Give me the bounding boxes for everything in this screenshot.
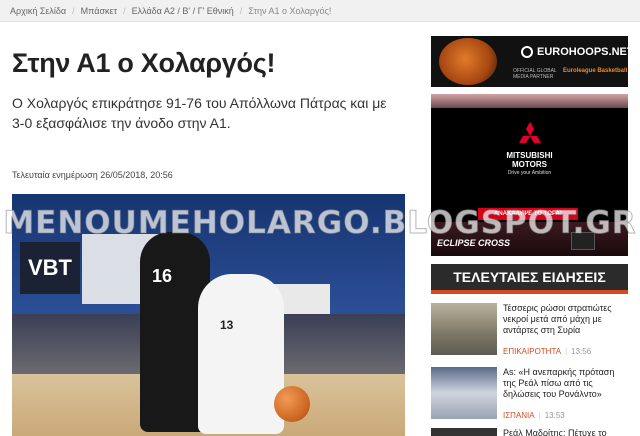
breadcrumb-separator: / [72,5,75,16]
breadcrumb-home-link[interactable]: Αρχική Σελίδα [10,6,66,16]
eurohoops-brand: EUROHOOPS.NET [521,46,628,58]
news-item[interactable]: Τέσσερις ρώσοι στρατιώτες νεκροί μετά απ… [431,303,628,363]
article-subtitle: Ο Χολαργός επικράτησε 91-76 του Απόλλωνα… [12,95,387,131]
news-headline[interactable]: Ρεάλ Μαδρίτης: Πέτυχε το [503,428,625,436]
mitsubishi-logo-icon [519,122,541,143]
player-number: 13 [220,318,234,332]
news-meta-separator: | [565,347,568,356]
eurohoops-logo-icon [521,46,533,58]
dealer-logo-icon [571,232,595,250]
player-number: 16 [152,266,173,286]
latest-news-header: ΤΕΛΕΥΤΑΙΕΣ ΕΙΔΗΣΕΙΣ [431,264,628,294]
article-title: Στην Α1 ο Χολαργός! [12,48,276,78]
news-meta-separator: | [538,411,541,420]
mitsubishi-cta-button[interactable]: ΑΝΑΚΑΛΥΨΕ ΤΟ ΤΩΡΑ! [478,208,578,220]
mitsubishi-brand-line2: MOTORS [512,160,547,169]
breadcrumb-league-link[interactable]: Ελλάδα Α2 / Β' / Γ' Εθνική [132,6,234,16]
breadcrumb-current: Στην Α1 ο Χολαργός! [248,5,332,16]
news-meta: ΕΠΙΚΑΙΡΟΤΗΤΑ | 13:56 [503,347,591,356]
news-thumbnail[interactable] [431,428,497,436]
news-headline[interactable]: As: «Η ανεπαρκής πρόταση της Ρεάλ πίσω α… [503,367,625,400]
news-headline[interactable]: Τέσσερις ρώσοι στρατιώτες νεκροί μετά απ… [503,303,625,336]
ad-sky-strip [431,94,628,108]
mitsubishi-tagline: Drive your Ambition [507,170,552,176]
euroleague-text: Euroleague Basketball [563,68,628,74]
news-category[interactable]: ΕΠΙΚΑΙΡΟΤΗΤΑ [503,347,561,356]
eurohoops-ad[interactable]: EUROHOOPS.NET OFFICIAL GLOBAL MEDIA PART… [431,36,628,87]
breadcrumb-basketball-link[interactable]: Μπάσκετ [81,6,117,16]
updated-label: Τελευταία ενημέρωση [12,170,98,180]
article-main: Στην Α1 ο Χολαργός! Ο Χολαργός επικράτησ… [12,22,407,198]
eurohoops-partner-text: OFFICIAL GLOBAL MEDIA PARTNER [513,68,557,80]
news-item[interactable]: As: «Η ανεπαρκής πρόταση της Ρεάλ πίσω α… [431,367,628,427]
news-category[interactable]: ΙΣΠΑΝΙΑ [503,411,535,420]
breadcrumb-separator: / [239,5,243,16]
mitsubishi-brand-line1: MITSUBISHI [506,151,553,160]
photo-player-white: 13 [198,274,284,434]
photo-sponsor-banner: VBT [20,242,80,294]
basketball-icon [439,38,497,85]
eurohoops-brand-text: EUROHOOPS.NET [537,46,628,58]
news-meta: ΙΣΠΑΝΙΑ | 13:53 [503,411,565,420]
news-thumbnail[interactable] [431,367,497,419]
mitsubishi-ad[interactable]: MITSUBISHI MOTORS Drive your Ambition ΑΝ… [431,94,628,256]
news-time: 13:56 [571,347,592,356]
updated-value: 26/05/2018, 20:56 [100,170,173,180]
breadcrumb-separator: / [123,5,126,16]
breadcrumb: Αρχική Σελίδα / Μπάσκετ / Ελλάδα Α2 / Β'… [0,0,640,22]
mitsubishi-brand: MITSUBISHI MOTORS [431,151,628,169]
news-thumbnail[interactable] [431,303,497,355]
basketball-icon [274,386,310,422]
news-time: 13:53 [544,411,565,420]
article-photo[interactable]: VBT 16 13 [12,194,405,436]
news-item[interactable]: Ρεάλ Μαδρίτης: Πέτυχε το [431,428,628,436]
mitsubishi-model: ECLIPSE CROSS [437,238,511,248]
